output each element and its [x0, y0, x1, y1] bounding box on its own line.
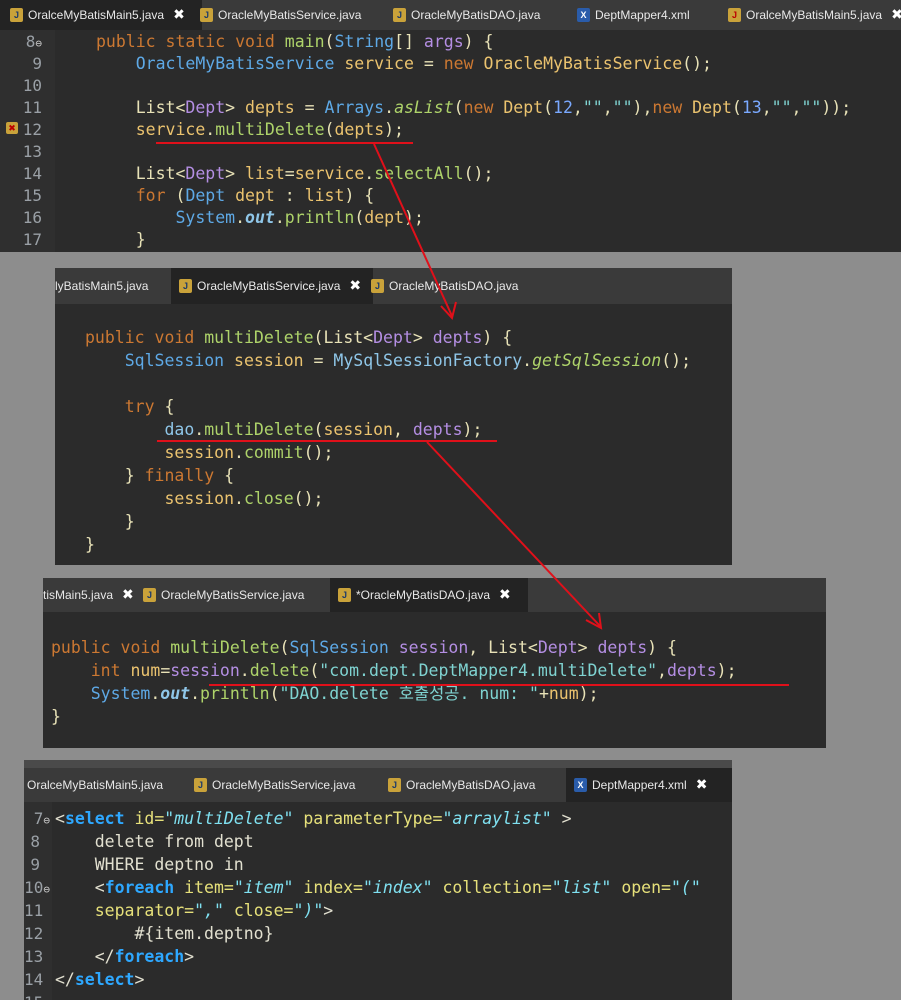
- code-line: <select id="multiDelete" parameterType="…: [55, 809, 572, 828]
- code-line: SqlSession session = MySqlSessionFactory…: [124, 351, 692, 370]
- code-line: dao.multiDelete(session, depts);: [164, 420, 483, 439]
- code-line: </select>: [55, 970, 145, 989]
- code-line: for (Dept dept : list) {: [135, 186, 375, 205]
- java-file-icon: J: [200, 8, 213, 22]
- tab-label: DeptMapper4.xml: [592, 778, 687, 792]
- tab-oraclemybatisdao[interactable]: J OracleMyBatisDAO.java: [371, 268, 518, 304]
- close-icon[interactable]: ✖: [122, 587, 134, 603]
- close-icon[interactable]: ✖: [891, 7, 901, 23]
- code-editor[interactable]: public void multiDelete(List<Dept> depts…: [55, 304, 732, 565]
- java-file-icon: J: [194, 778, 207, 792]
- tab-label: tisMain5.java: [43, 588, 114, 602]
- tab-label: OralceMyBatisMain5.java: [27, 778, 164, 792]
- code-line: }: [85, 535, 95, 554]
- code-line: <foreach item="item" index="index" colle…: [94, 878, 701, 897]
- xml-file-icon: X: [574, 778, 587, 792]
- code-line: WHERE deptno in: [55, 855, 244, 874]
- tab-oralcemybatismain5[interactable]: OralceMyBatisMain5.java: [27, 768, 163, 802]
- editor-tab-bar: OralceMyBatisMain5.java J OracleMyBatisS…: [24, 768, 732, 802]
- tab-oraclemybatisdao[interactable]: J OracleMyBatisDAO.java: [388, 768, 535, 802]
- code-line: session.close();: [164, 489, 324, 508]
- annotation-underline: [209, 684, 789, 686]
- tab-deptmapper4[interactable]: X DeptMapper4.xml: [577, 0, 690, 30]
- editor-tab-bar: lyBatisMain5.java J OracleMyBatisService…: [55, 268, 732, 304]
- xml-file-icon: X: [577, 8, 590, 22]
- tab-label: *OracleMyBatisDAO.java: [356, 588, 491, 602]
- tab-oraclemybatisservice[interactable]: J OracleMyBatisService.java: [143, 578, 304, 612]
- code-line: OracleMyBatisService service = new Oracl…: [135, 54, 712, 73]
- close-icon[interactable]: ✖: [349, 278, 361, 294]
- main-editor-panel: J OralceMyBatisMain5.java ✖ J OracleMyBa…: [0, 0, 901, 252]
- tab-oraclemybatisservice[interactable]: J OracleMyBatisService.java ✖: [171, 268, 373, 304]
- code-line: int num=session.delete("com.dept.DeptMap…: [90, 661, 737, 680]
- java-file-icon: J: [393, 8, 406, 22]
- java-file-icon: J: [179, 279, 192, 293]
- tab-label: OracleMyBatisService.java: [161, 588, 305, 602]
- tab-oraclemybatisdao-modified[interactable]: J *OracleMyBatisDAO.java ✖: [330, 578, 528, 612]
- code-editor[interactable]: public void multiDelete(SqlSession sessi…: [43, 612, 826, 748]
- close-icon[interactable]: ✖: [696, 777, 708, 793]
- code-line: }: [85, 512, 135, 531]
- java-file-icon: J: [338, 588, 351, 602]
- java-file-icon: J: [388, 778, 401, 792]
- code-line: System.out.println(dept);: [175, 208, 424, 227]
- code-line: separator="," close=")">: [94, 901, 334, 920]
- tab-label: OracleMyBatisService.java: [212, 778, 356, 792]
- tab-oraclemybatisservice[interactable]: J OracleMyBatisService.java: [200, 0, 361, 30]
- code-editor[interactable]: public static void main(String[] args) {…: [0, 30, 901, 252]
- service-editor-panel: lyBatisMain5.java J OracleMyBatisService…: [55, 268, 732, 565]
- toolbar-strip: [24, 760, 732, 768]
- tab-deptmapper4[interactable]: X DeptMapper4.xml ✖: [566, 768, 732, 802]
- tab-oraclemybatisservice[interactable]: J OracleMyBatisService.java: [194, 768, 355, 802]
- close-icon[interactable]: ✖: [173, 7, 185, 23]
- java-file-error-icon: J: [728, 8, 741, 22]
- code-line: public static void main(String[] args) {: [96, 32, 494, 51]
- tab-label: OracleMyBatisService.java: [197, 279, 341, 293]
- code-line: #{item.deptno}: [55, 924, 274, 943]
- java-file-icon: J: [10, 8, 23, 22]
- tab-oralcemybatismain5[interactable]: J OralceMyBatisMain5.java ✖: [0, 0, 202, 30]
- code-line: public void multiDelete(SqlSession sessi…: [51, 638, 677, 657]
- code-line: delete from dept: [55, 832, 254, 851]
- code-line: List<Dept> depts = Arrays.asList(new Dep…: [96, 98, 852, 117]
- tab-oraclemybatisdao[interactable]: J OracleMyBatisDAO.java: [393, 0, 540, 30]
- annotation-underline: [157, 440, 497, 442]
- editor-tab-bar: J OralceMyBatisMain5.java ✖ J OracleMyBa…: [0, 0, 901, 30]
- code-line: </foreach>: [94, 947, 195, 966]
- tab-label: OracleMyBatisDAO.java: [411, 8, 541, 22]
- tab-label: OracleMyBatisDAO.java: [389, 279, 519, 293]
- tab-main5-partial[interactable]: lyBatisMain5.java: [55, 268, 148, 304]
- code-line: }: [51, 707, 61, 726]
- java-file-icon: J: [143, 588, 156, 602]
- editor-tab-bar: tisMain5.java ✖ J OracleMyBatisService.j…: [43, 578, 826, 612]
- dao-editor-panel: tisMain5.java ✖ J OracleMyBatisService.j…: [43, 578, 826, 748]
- mapper-xml-panel: OralceMyBatisMain5.java J OracleMyBatisS…: [24, 760, 732, 1000]
- tab-label: lyBatisMain5.java: [55, 279, 149, 293]
- code-line: try {: [124, 397, 175, 416]
- code-line: public void multiDelete(List<Dept> depts…: [85, 328, 513, 347]
- tab-label: OralceMyBatisMain5.java: [28, 8, 165, 22]
- tab-label: OracleMyBatisService.java: [218, 8, 362, 22]
- code-line: List<Dept> list=service.selectAll();: [96, 164, 494, 183]
- code-line: }: [96, 230, 146, 249]
- code-editor[interactable]: <select id="multiDelete" parameterType="…: [24, 802, 732, 1000]
- java-file-icon: J: [371, 279, 384, 293]
- tab-label: OracleMyBatisDAO.java: [406, 778, 536, 792]
- tab-label: DeptMapper4.xml: [595, 8, 690, 22]
- tab-main5-partial[interactable]: tisMain5.java ✖: [43, 578, 134, 612]
- code-line: service.multiDelete(depts);: [135, 120, 404, 139]
- code-line: } finally {: [85, 466, 235, 485]
- close-icon[interactable]: ✖: [499, 587, 511, 603]
- tab-label: OralceMyBatisMain5.java: [746, 8, 883, 22]
- tab-oralcemybatismain5-error[interactable]: J OralceMyBatisMain5.java ✖: [728, 0, 901, 30]
- annotation-underline: [156, 142, 413, 144]
- code-line: session.commit();: [164, 443, 334, 462]
